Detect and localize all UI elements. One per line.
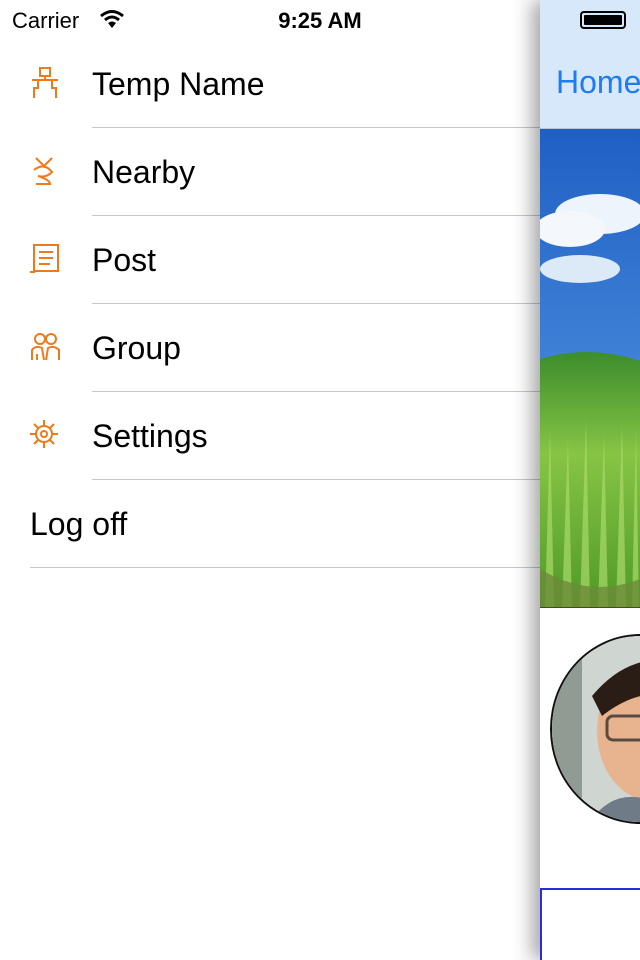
navigation-bar: Home xyxy=(540,40,640,129)
menu-item-group[interactable]: Group xyxy=(0,304,540,392)
person-icon xyxy=(28,66,62,100)
menu-label-temp-name: Temp Name xyxy=(92,66,265,102)
home-button[interactable]: Home xyxy=(556,64,640,101)
nearby-icon xyxy=(28,154,62,188)
menu-item-nearby[interactable]: Nearby xyxy=(0,128,540,216)
side-menu: Temp Name Nearby Post Group Settings Log… xyxy=(0,40,540,568)
menu-item-temp-name[interactable]: Temp Name xyxy=(0,40,540,128)
avatar[interactable] xyxy=(550,634,640,824)
battery-icon xyxy=(580,11,626,29)
content-status-bar xyxy=(540,0,640,40)
bottom-field[interactable] xyxy=(540,888,640,960)
menu-item-settings[interactable]: Settings xyxy=(0,392,540,480)
group-icon xyxy=(28,330,62,364)
menu-label-post: Post xyxy=(92,242,157,278)
content-panel[interactable]: Home xyxy=(540,0,640,960)
menu-label-group: Group xyxy=(92,330,181,366)
log-off-button[interactable]: Log off xyxy=(0,480,540,568)
menu-label-nearby: Nearby xyxy=(92,154,196,190)
divider xyxy=(30,567,540,568)
menu-item-post[interactable]: Post xyxy=(0,216,540,304)
menu-label-settings: Settings xyxy=(92,418,208,454)
settings-icon xyxy=(28,418,62,452)
log-off-label: Log off xyxy=(30,506,128,542)
post-icon xyxy=(28,242,62,276)
profile-area xyxy=(540,607,640,890)
banner-image xyxy=(540,129,640,607)
